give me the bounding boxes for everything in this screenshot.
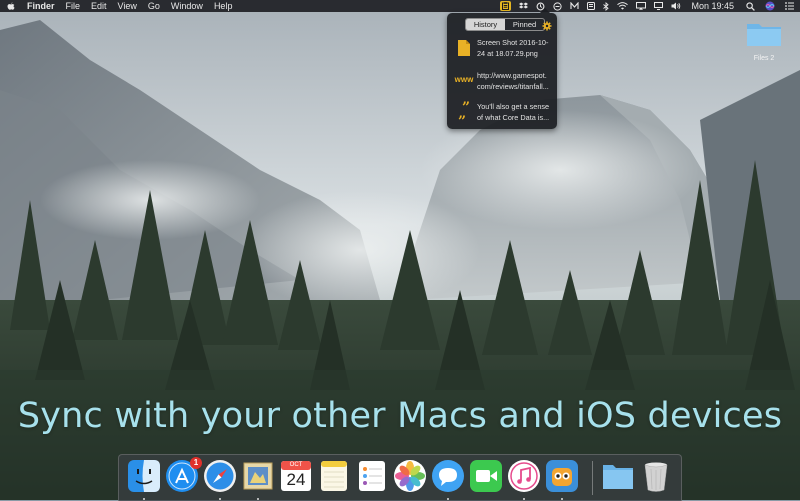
popover-arrow <box>540 8 550 13</box>
dock-mail[interactable] <box>241 459 275 500</box>
clipboard-icon[interactable] <box>500 1 512 11</box>
www-label: www <box>454 75 474 84</box>
dropbox-icon[interactable] <box>519 2 529 10</box>
dock-safari[interactable] <box>203 459 237 500</box>
photos-icon <box>394 460 426 492</box>
menu-view[interactable]: View <box>118 1 137 11</box>
dock-trash[interactable] <box>639 459 673 493</box>
folder-icon <box>603 465 633 489</box>
menu-clock[interactable]: Mon 19:45 <box>691 1 734 11</box>
dock-photos[interactable] <box>393 459 427 493</box>
clip-item-text: You'll also get a sense of what Core Dat… <box>477 102 550 122</box>
trash-icon <box>644 462 668 492</box>
desktop-folder-label: Files 2 <box>753 55 775 62</box>
volume-icon[interactable] <box>671 2 681 10</box>
desktop-folder[interactable]: Files 2 <box>744 20 784 62</box>
clip-item-text-snippet[interactable]: ” ” You'll also get a sense of what Core… <box>451 100 555 130</box>
clock-icon[interactable] <box>553 1 563 11</box>
www-icon: www <box>451 70 477 92</box>
clipboard-history-popover: History Pinned Screen Shot 2016-10- 24 a… <box>447 8 557 130</box>
tab-history[interactable]: History <box>466 19 505 30</box>
dock-app-store[interactable]: 1 <box>165 457 202 493</box>
dock-reminders[interactable] <box>355 459 389 493</box>
app-menu-finder[interactable]: Finder <box>27 1 55 11</box>
safari-icon <box>204 460 236 492</box>
dock-itunes[interactable] <box>507 459 541 500</box>
mail-icon[interactable] <box>570 2 580 10</box>
promo-caption: Sync with your other Macs and iOS device… <box>17 396 783 436</box>
finder-icon <box>128 460 160 492</box>
notes-icon <box>321 461 347 491</box>
notification-badge: 1 <box>190 457 202 469</box>
menu-edit[interactable]: Edit <box>91 1 107 11</box>
display-icon[interactable] <box>636 2 647 10</box>
menu-help[interactable]: Help <box>214 1 233 11</box>
itunes-icon <box>508 460 540 492</box>
menu-file[interactable]: File <box>66 1 81 11</box>
dock-notes[interactable] <box>317 459 351 493</box>
notification-center-icon[interactable] <box>785 2 794 10</box>
airplay-icon[interactable] <box>654 2 664 10</box>
battery-icon[interactable] <box>587 2 596 10</box>
dock-finder[interactable] <box>127 459 161 500</box>
dock: 1 OCT 24 <box>118 454 682 501</box>
spotlight-icon[interactable] <box>746 1 755 11</box>
tweetbot-icon <box>546 460 578 492</box>
dock-tweetbot[interactable] <box>545 459 579 500</box>
mail-app-icon <box>243 462 273 490</box>
facetime-icon <box>470 460 502 492</box>
menu-go[interactable]: Go <box>148 1 160 11</box>
folder-icon <box>747 24 781 46</box>
messages-icon <box>432 460 464 492</box>
clip-item-text: http://www.gamespot. com/reviews/titanfa… <box>477 71 549 91</box>
dock-messages[interactable] <box>431 459 465 500</box>
reminders-icon <box>359 461 385 491</box>
menu-bar: Finder File Edit View Go Window Help Mon… <box>0 0 800 12</box>
document-icon <box>451 37 477 59</box>
calendar-day: 24 <box>286 470 306 489</box>
status-menus: Mon 19:45 <box>492 0 794 12</box>
bluetooth-icon[interactable] <box>603 1 610 11</box>
siri-icon[interactable] <box>765 1 775 11</box>
history-pinned-segmented-control: History Pinned <box>465 18 545 31</box>
dock-calendar[interactable]: OCT 24 <box>279 459 313 493</box>
clip-item-text: Screen Shot 2016-10- 24 at 18.07.29.png <box>477 38 549 58</box>
clip-item-link[interactable]: www http://www.gamespot. com/reviews/tit… <box>451 70 555 92</box>
apple-logo-icon[interactable] <box>7 1 19 11</box>
dock-divider <box>592 461 593 495</box>
wifi-icon[interactable] <box>617 2 629 10</box>
tab-pinned[interactable]: Pinned <box>505 19 544 30</box>
calendar-month: OCT <box>289 462 303 468</box>
dock-facetime[interactable] <box>469 459 503 493</box>
clip-item-file[interactable]: Screen Shot 2016-10- 24 at 18.07.29.png <box>451 37 555 59</box>
gear-icon[interactable] <box>542 18 552 31</box>
dock-downloads-folder[interactable] <box>601 459 635 493</box>
menu-window[interactable]: Window <box>171 1 203 11</box>
quote-icon: ” ” <box>457 100 471 130</box>
